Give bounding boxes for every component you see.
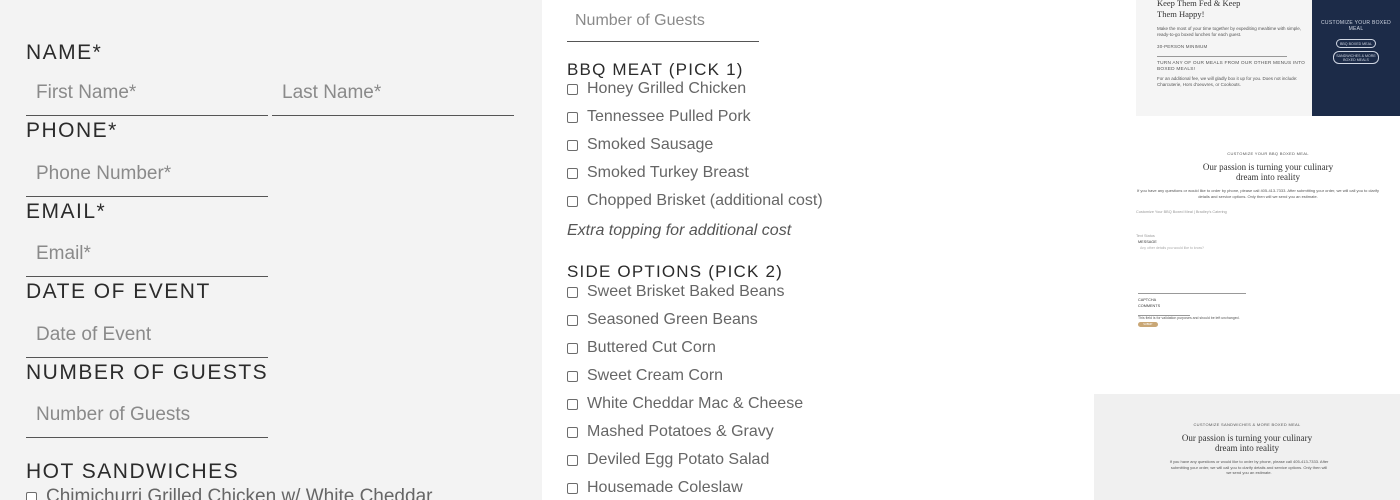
thumbnail-sandwiches-small-heading: CUSTOMIZE SANDWICHES & MORE BOXED MEAL [1193,422,1301,427]
bbq-option-label: Tennessee Pulled Pork [587,108,751,125]
thumbnail-boxed-meals-intro[interactable]: Keep Them Fed & Keep Them Happy! Make th… [1136,0,1400,116]
thumbnail-bbq-heading-1: Our passion is turning your culinary [1202,162,1334,172]
thumbnail-sandwiches-button: SANDWICHES & MORE BOXED MEALS [1333,51,1379,64]
phone-label: PHONE* [26,119,118,142]
name-label: NAME* [26,41,103,64]
side-option-label: Housemade Coleslaw [587,479,743,496]
left-form-panel: NAME* PHONE* EMAIL* DATE OF EVENT NUMBER… [0,0,542,500]
guests-input-2[interactable] [567,0,759,41]
side-option[interactable]: Housemade Coleslaw [567,479,743,497]
thumbnail-bbq-message-placeholder: Any other details you would like to know… [1140,246,1205,250]
middle-form-panel: BBQ MEAT (PICK 1) Honey Grilled Chicken … [542,0,1094,500]
checkbox[interactable] [567,139,578,151]
page-thumbnails: Keep Them Fed & Keep Them Happy! Make th… [1094,0,1400,500]
date-field[interactable] [26,312,268,358]
guests-input[interactable] [26,392,268,437]
checkbox[interactable] [567,111,578,123]
thumbnail-turn-any: TURN ANY OF OUR MEALS FROM OUR OTHER MEN… [1157,60,1306,72]
hot-sandwich-option[interactable]: Chimichurri Grilled Chicken w/ White Che… [26,486,432,500]
page: NAME* PHONE* EMAIL* DATE OF EVENT NUMBER… [0,0,1400,500]
checkbox[interactable] [567,370,578,382]
thumbnail-bbq-message-underline [1138,293,1246,294]
first-name-field[interactable] [26,70,268,116]
thumbnail-minimum: 30-PERSON MINIMUM [1157,44,1208,49]
bbq-meat-label: BBQ MEAT (PICK 1) [567,60,744,79]
checkbox[interactable] [567,195,578,207]
thumbnail-intro-text: Keep Them Fed & Keep Them Happy! Make th… [1136,0,1312,116]
thumbnail-bbq-image-alt: Customize Your BBQ Boxed Meal | Bradley'… [1136,210,1227,214]
bbq-option[interactable]: Smoked Sausage [567,136,713,154]
thumbnail-sandwiches-body: If you have any questions or would like … [1169,459,1329,475]
side-option[interactable]: Sweet Brisket Baked Beans [567,283,784,301]
side-option[interactable]: Deviled Egg Potato Salad [567,451,769,469]
side-option-label: Buttered Cut Corn [587,339,716,356]
thumbnail-title-line-2: Them Happy! [1157,9,1205,19]
checkbox[interactable] [567,454,578,466]
checkbox[interactable] [567,167,578,179]
last-name-input[interactable] [272,70,514,115]
checkbox[interactable] [567,83,578,95]
side-option-label: Mashed Potatoes & Gravy [587,423,774,440]
bbq-option[interactable]: Tennessee Pulled Pork [567,108,751,126]
side-option[interactable]: Sweet Cream Corn [567,367,723,385]
email-input[interactable] [26,231,268,276]
last-name-field[interactable] [272,70,514,116]
thumbnail-bbq-form[interactable]: CUSTOMIZE YOUR BBQ BOXED MEAL Our passio… [1136,138,1400,378]
date-label: DATE OF EVENT [26,280,211,303]
bbq-option[interactable]: Chopped Brisket (additional cost) [567,192,823,210]
checkbox[interactable] [567,286,578,298]
thumbnail-bbq-body: If you have any questions or would like … [1137,188,1379,199]
phone-field[interactable] [26,151,268,197]
thumbnail-sandwiches-form[interactable]: CUSTOMIZE SANDWICHES & MORE BOXED MEAL O… [1094,394,1400,500]
side-option-label: Sweet Cream Corn [587,367,724,384]
extra-topping-note: Extra topping for additional cost [567,222,792,239]
side-option[interactable]: White Cheddar Mac & Cheese [567,395,803,413]
side-option-label: White Cheddar Mac & Cheese [587,395,804,412]
guests-field-2[interactable] [567,0,759,42]
side-option-label: Sweet Brisket Baked Beans [587,283,785,300]
thumbnail-bbq-button: BBQ BOXED MEAL [1336,39,1376,48]
checkbox[interactable] [567,482,578,494]
guests-label: NUMBER OF GUESTS [26,361,269,384]
thumbnail-navy-heading: CUSTOMIZE YOUR BOXED MEAL [1321,20,1391,32]
hot-sandwiches-label: HOT SANDWICHES [26,460,240,483]
thumbnail-sandwiches-heading-2: dream into reality [1215,443,1279,453]
thumbnail-bbq-validation: This field is for validation purposes an… [1138,316,1240,321]
thumbnail-bbq-small-heading: CUSTOMIZE YOUR BBQ BOXED MEAL [1227,151,1309,156]
thumbnail-divider [1157,56,1287,57]
bbq-option-label: Smoked Turkey Breast [587,164,749,181]
checkbox[interactable] [567,314,578,326]
checkbox[interactable] [567,398,578,410]
email-field[interactable] [26,231,268,277]
bbq-option-label: Smoked Sausage [587,136,714,153]
thumbnail-navy-panel: CUSTOMIZE YOUR BOXED MEAL BBQ BOXED MEAL… [1312,0,1400,116]
thumbnail-sandwiches-heading-1: Our passion is turning your culinary [1181,433,1313,443]
bbq-option-label: Honey Grilled Chicken [587,80,747,97]
thumbnail-additional-fee: For an additional fee, we will gladly bo… [1157,75,1298,87]
guests-field[interactable] [26,392,268,438]
thumbnail-bbq-heading-2: dream into reality [1236,172,1300,182]
thumbnail-title-line-1: Keep Them Fed & Keep [1157,0,1241,8]
first-name-input[interactable] [26,70,268,115]
checkbox[interactable] [567,426,578,438]
date-input[interactable] [26,312,268,357]
side-option-label: Deviled Egg Potato Salad [587,451,770,468]
side-option-label: Seasoned Green Beans [587,311,758,328]
checkbox[interactable] [567,342,578,354]
side-options-label: SIDE OPTIONS (PICK 2) [567,262,784,281]
checkbox[interactable] [26,491,37,500]
side-option[interactable]: Mashed Potatoes & Gravy [567,423,774,441]
side-option[interactable]: Buttered Cut Corn [567,339,716,357]
bbq-option-label: Chopped Brisket (additional cost) [587,192,823,209]
bbq-option[interactable]: Honey Grilled Chicken [567,80,746,98]
thumbnail-body: Make the most of your time together by e… [1157,26,1302,37]
thumbnail-bbq-comments: COMMENTS [1138,303,1161,308]
bbq-option[interactable]: Smoked Turkey Breast [567,164,749,182]
side-option[interactable]: Seasoned Green Beans [567,311,758,329]
hot-sandwich-option-label: Chimichurri Grilled Chicken w/ White Che… [46,486,433,500]
phone-input[interactable] [26,151,268,196]
email-label: EMAIL* [26,200,107,223]
thumbnail-bbq-submit: SUBMIT [1138,322,1158,328]
